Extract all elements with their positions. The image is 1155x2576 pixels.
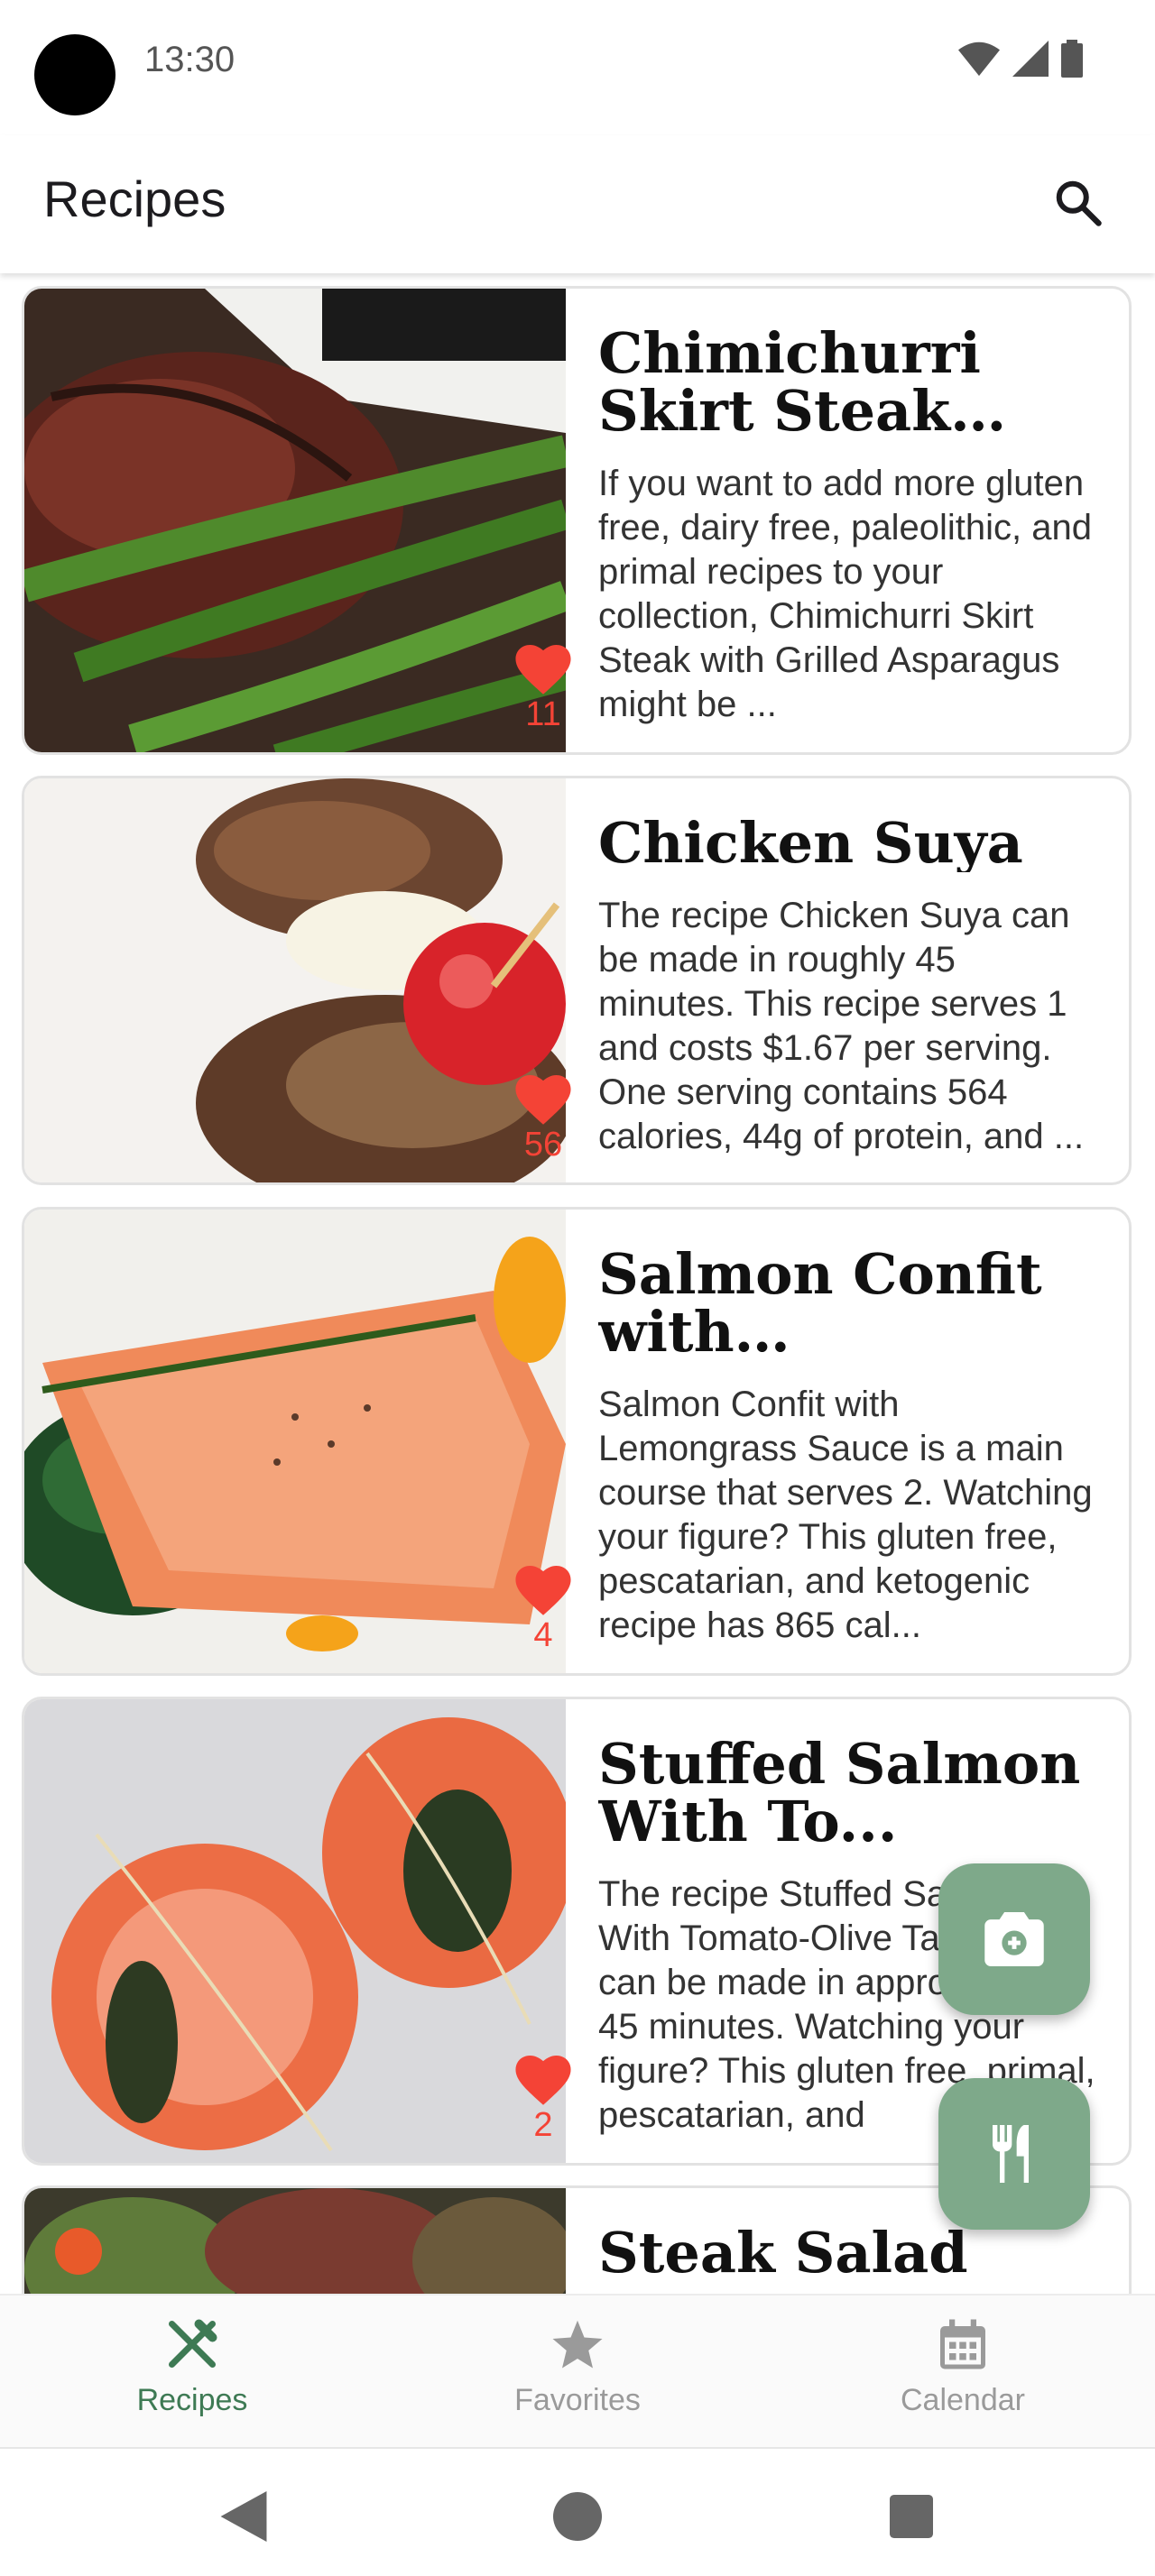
nav-label: Recipes — [136, 2383, 248, 2417]
recipe-title: Salmon Confit with Lemongra... — [598, 1246, 1042, 1361]
calendar-icon — [940, 2319, 985, 2369]
recents-icon — [890, 2495, 933, 2538]
recipe-card[interactable]: 56 Chicken Suya The recipe Chicken Suya … — [22, 776, 1132, 1185]
recipe-image — [24, 2188, 566, 2294]
recipe-title: Chimichurri Skirt Steak wit... — [598, 325, 981, 440]
fork-knife-icon — [169, 2319, 217, 2368]
likes-count: 4 — [533, 1616, 553, 1654]
recipe-image — [24, 289, 566, 752]
home-icon — [553, 2492, 602, 2541]
camera-add-icon — [984, 1912, 1044, 1966]
top-app-bar: Recipes — [0, 135, 1155, 273]
recipe-title: Steak Salad — [598, 2224, 968, 2282]
system-navigation — [0, 2447, 1155, 2576]
camera-cutout — [34, 34, 116, 115]
status-bar: 13:30 — [0, 0, 1155, 135]
nav-item-favorites[interactable]: Favorites — [442, 2317, 713, 2418]
bottom-navigation: Recipes Favorites Calendar — [0, 2294, 1155, 2447]
camera-fab[interactable] — [938, 1863, 1090, 2015]
recipe-title: Stuffed Salmon With To... — [598, 1735, 1081, 1851]
recipe-description: Salmon Confit with Lemongrass Sauce is a… — [598, 1385, 1093, 1645]
likes-counter[interactable]: 11 — [494, 645, 593, 734]
likes-count: 2 — [533, 2106, 553, 2144]
nav-label: Favorites — [514, 2383, 641, 2417]
meal-fab[interactable] — [938, 2078, 1090, 2230]
back-button[interactable] — [212, 2485, 275, 2548]
signal-icon — [1012, 41, 1049, 77]
back-icon — [220, 2491, 267, 2542]
recipe-text: Salmon Confit with Lemongra... Salmon Co… — [598, 1246, 1102, 1648]
status-icons — [958, 40, 1083, 78]
search-button[interactable] — [1038, 162, 1119, 244]
recipe-card[interactable]: 11 Chimichurri Skirt Steak wit... If you… — [22, 286, 1132, 755]
recipe-text: Chicken Suya The recipe Chicken Suya can… — [598, 814, 1102, 1159]
recipe-text: Chimichurri Skirt Steak wit... If you wa… — [598, 325, 1102, 727]
recipe-description: The recipe Chicken Suya can be made in r… — [598, 896, 1085, 1156]
battery-icon — [1061, 40, 1083, 78]
recipe-title: Chicken Suya — [598, 814, 1023, 872]
recipe-image — [24, 778, 566, 1182]
star-icon — [552, 2320, 603, 2369]
nav-item-calendar[interactable]: Calendar — [827, 2317, 1098, 2418]
likes-counter[interactable]: 2 — [494, 2056, 593, 2145]
likes-counter[interactable]: 4 — [494, 1566, 593, 1655]
home-button[interactable] — [546, 2485, 609, 2548]
recipe-text: Steak Salad — [598, 2224, 1102, 2282]
recents-button[interactable] — [880, 2485, 943, 2548]
heart-icon — [515, 1075, 571, 1125]
heart-icon — [515, 1566, 571, 1615]
recipe-card[interactable]: 4 Salmon Confit with Lemongra... Salmon … — [22, 1207, 1132, 1676]
heart-icon — [515, 645, 571, 695]
recipe-image — [24, 1699, 566, 2163]
heart-icon — [515, 2056, 571, 2105]
search-icon — [1056, 180, 1102, 226]
recipe-image — [24, 1210, 566, 1673]
likes-count: 11 — [525, 695, 561, 733]
recipes-screen: 13:30 Recipes 11 Chimichurri Skirt Steak… — [0, 0, 1155, 2576]
restaurant-icon — [993, 2125, 1029, 2183]
likes-count: 56 — [523, 1126, 563, 1164]
status-time: 13:30 — [144, 40, 236, 79]
nav-item-recipes[interactable]: Recipes — [57, 2317, 328, 2418]
recipe-description: If you want to add more gluten free, dai… — [598, 464, 1092, 724]
wifi-icon — [958, 41, 1000, 77]
likes-counter[interactable]: 56 — [494, 1075, 593, 1164]
page-title: Recipes — [43, 170, 226, 227]
nav-label: Calendar — [901, 2383, 1025, 2417]
